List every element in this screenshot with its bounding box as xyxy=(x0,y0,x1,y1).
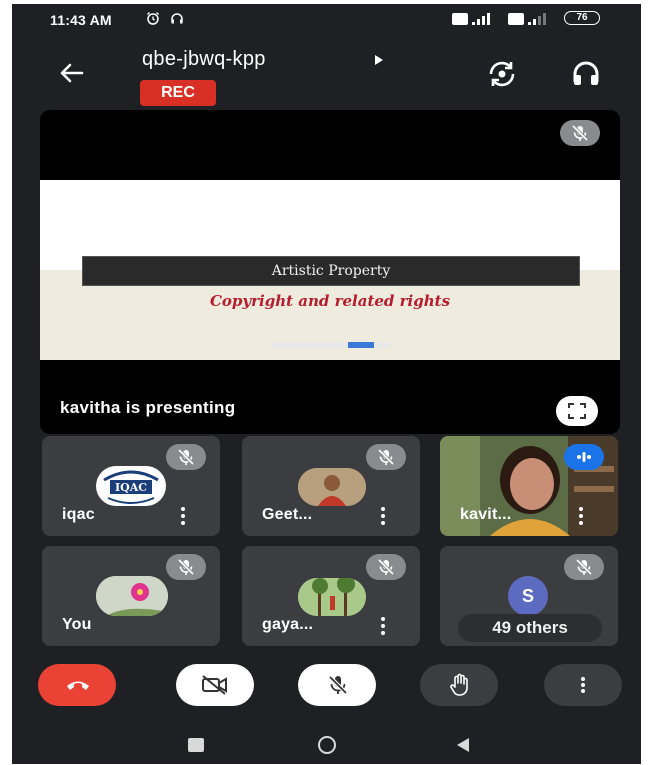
more-options-icon[interactable] xyxy=(376,616,390,636)
more-options-icon[interactable] xyxy=(176,506,190,526)
presentation-tile[interactable]: Artistic Property Copyright and related … xyxy=(40,110,620,434)
avatar: S xyxy=(508,576,548,616)
meeting-code[interactable]: qbe-jbwq-kpp xyxy=(142,48,266,71)
participant-name: Geet... xyxy=(262,506,313,523)
volte-signal-icon xyxy=(508,13,546,25)
mic-off-icon xyxy=(560,120,600,146)
participant-tile[interactable]: You xyxy=(42,546,220,646)
slide-toolbar xyxy=(272,342,390,348)
shared-slide: Artistic Property Copyright and related … xyxy=(40,180,620,360)
fullscreen-button[interactable] xyxy=(556,396,598,426)
flip-camera-icon[interactable] xyxy=(486,58,518,90)
slide-subtitle: Copyright and related rights xyxy=(209,292,451,310)
status-time: 11:43 AM xyxy=(50,12,112,28)
participant-tile[interactable]: IQAC iqac xyxy=(42,436,220,536)
others-tile[interactable]: S 49 others xyxy=(440,546,618,646)
fullscreen-icon xyxy=(568,403,586,419)
mic-off-icon xyxy=(166,444,206,470)
participant-name: You xyxy=(62,616,92,633)
status-bar: 11:43 AM 76 xyxy=(12,4,641,32)
presenter-label: kavitha is presenting xyxy=(60,398,236,417)
audio-level-icon xyxy=(577,452,591,462)
mic-off-icon xyxy=(166,554,206,580)
recording-badge: REC xyxy=(140,80,216,106)
caret-right-icon[interactable] xyxy=(374,54,384,66)
iqac-logo-icon: IQAC xyxy=(103,470,159,504)
alarm-icon xyxy=(147,12,159,25)
more-options-icon[interactable] xyxy=(376,506,390,526)
participant-tile[interactable]: Geet... xyxy=(242,436,420,536)
participant-tile[interactable]: kavit... xyxy=(440,436,618,536)
avatar xyxy=(96,576,168,616)
participant-tile[interactable]: gaya... xyxy=(242,546,420,646)
mic-off-icon xyxy=(366,444,406,470)
raise-hand-icon xyxy=(450,673,468,696)
headset-icon xyxy=(171,13,183,24)
headphones-icon[interactable] xyxy=(570,58,602,90)
more-options-icon[interactable] xyxy=(574,506,588,526)
others-count: 49 others xyxy=(458,614,602,642)
avatar xyxy=(298,578,366,616)
mic-off-icon xyxy=(366,554,406,580)
avatar xyxy=(298,468,366,506)
more-options-button[interactable] xyxy=(544,664,622,706)
nav-back-icon[interactable] xyxy=(454,736,472,754)
volte-signal-icon xyxy=(452,13,490,25)
camera-toggle-button[interactable] xyxy=(176,664,254,706)
battery-indicator: 76 xyxy=(564,11,600,25)
end-call-icon xyxy=(67,681,89,690)
mic-off-icon xyxy=(564,554,604,580)
speaking-indicator xyxy=(564,444,604,470)
participant-name: gaya... xyxy=(262,616,314,633)
recents-icon[interactable] xyxy=(188,738,204,752)
mic-off-icon xyxy=(328,675,348,695)
mic-toggle-button[interactable] xyxy=(298,664,376,706)
camera-off-icon xyxy=(202,675,227,695)
svg-text:IQAC: IQAC xyxy=(115,481,147,494)
slide-heading: Artistic Property xyxy=(82,256,580,286)
meet-screen: 11:43 AM 76 qbe-jbwq-kpp REC Artistic Pr… xyxy=(12,4,641,764)
home-icon[interactable] xyxy=(318,736,336,754)
more-options-icon xyxy=(581,677,585,693)
participant-name: iqac xyxy=(62,506,95,523)
avatar: IQAC xyxy=(96,466,166,506)
end-call-button[interactable] xyxy=(38,664,116,706)
back-arrow-icon[interactable] xyxy=(56,58,86,88)
participant-name: kavit... xyxy=(460,506,512,523)
raise-hand-button[interactable] xyxy=(420,664,498,706)
